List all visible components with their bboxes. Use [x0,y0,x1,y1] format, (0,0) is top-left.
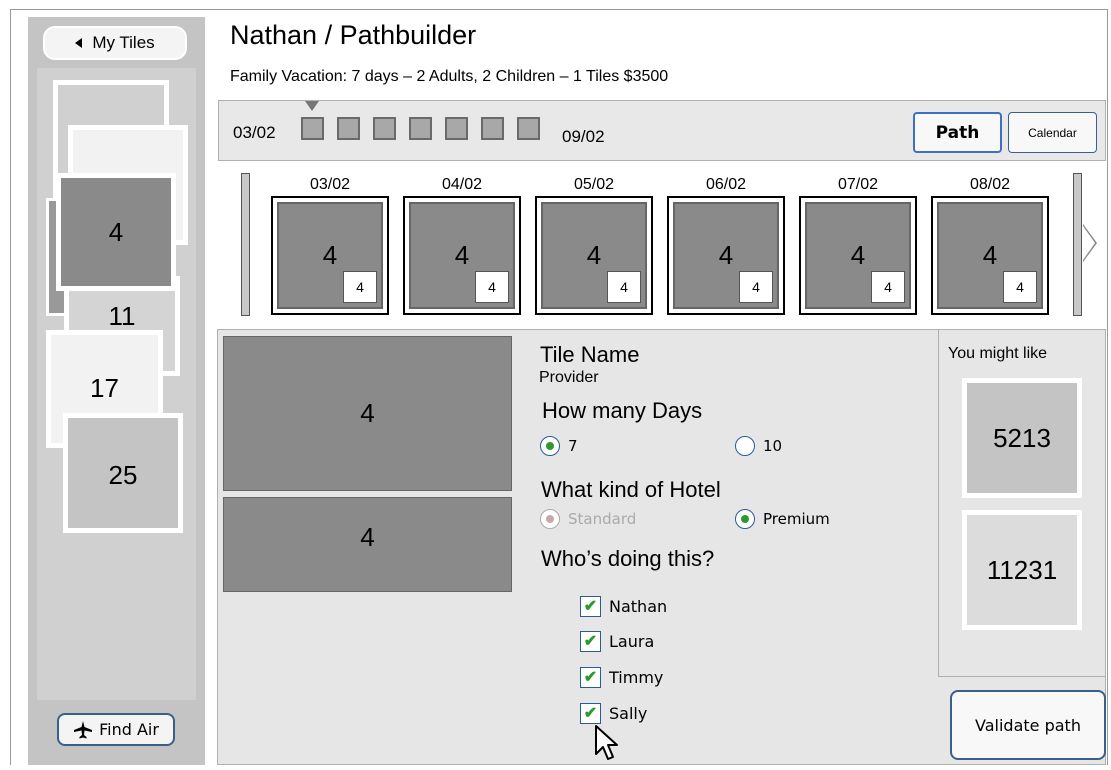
person-checkbox-timmy[interactable]: ✔ Timmy [580,667,663,688]
sidebar-tile[interactable]: 4 [56,173,176,291]
day-badge: 4 [475,271,509,303]
person-checkbox-nathan[interactable]: ✔ Nathan [580,596,667,617]
timeline-marker-icon[interactable] [305,101,319,111]
timeline-day-square[interactable] [373,117,396,140]
day-date-label: 03/02 [309,176,351,193]
timeline-end-date: 09/02 [562,127,605,146]
sidebar-tile[interactable]: 25 [63,413,183,533]
checkmark-icon[interactable]: ✔ [580,667,601,688]
scroll-left-bar[interactable] [241,173,250,316]
validate-path-button[interactable]: Validate path [950,690,1106,760]
day-badge: 4 [871,271,905,303]
mouse-cursor-icon [595,725,618,760]
days-option-7[interactable]: 7 [540,436,578,456]
page-title: Nathan / Pathbuilder [230,20,477,50]
checkmark-icon[interactable]: ✔ [580,631,601,652]
day-date-label: 04/02 [441,176,483,193]
day-badge: 4 [607,271,641,303]
calendar-view-button[interactable]: Calendar [1008,112,1097,153]
person-checkbox-sally[interactable]: ✔ Sally [580,703,647,724]
radio-unselected[interactable] [735,436,755,456]
day-date-label: 08/02 [969,176,1011,193]
day-date-label: 06/02 [705,176,747,193]
day-card[interactable]: 4 4 [931,196,1049,315]
day-card[interactable]: 4 4 [799,196,917,315]
my-tiles-label: My Tiles [92,33,155,52]
timeline-day-square[interactable] [517,117,540,140]
day-badge: 4 [1003,271,1037,303]
day-card[interactable]: 4 4 [535,196,653,315]
timeline-day-square[interactable] [337,117,360,140]
day-card[interactable]: 4 4 [271,196,389,315]
find-air-label: Find Air [99,720,159,739]
suggestions-title: You might like [948,345,1048,362]
day-card[interactable]: 4 4 [667,196,785,315]
radio-selected[interactable] [735,509,755,529]
airplane-icon [74,720,93,738]
hotel-question: What kind of Hotel [541,477,721,502]
timeline-day-square[interactable] [445,117,468,140]
hotel-option-premium[interactable]: Premium [735,509,830,529]
suggestion-tile[interactable]: 11231 [962,510,1082,630]
triangle-left-icon [75,38,83,48]
scroll-right-arrow-icon[interactable] [1083,224,1097,262]
day-card[interactable]: 4 4 [403,196,521,315]
my-tiles-button[interactable]: My Tiles [43,26,187,60]
tile-image-secondary: 4 [223,497,512,592]
trip-summary: Family Vacation: 7 days – 2 Adults, 2 Ch… [230,68,669,85]
timeline-start-date: 03/02 [233,123,276,142]
checkmark-icon[interactable]: ✔ [580,596,601,617]
day-badge: 4 [343,271,377,303]
person-checkbox-laura[interactable]: ✔ Laura [580,631,654,652]
day-date-label: 05/02 [573,176,615,193]
radio-disabled[interactable] [540,509,560,529]
path-view-button[interactable]: Path [913,112,1002,153]
tile-image-primary: 4 [223,336,512,491]
hotel-option-standard[interactable]: Standard [540,509,636,529]
find-air-button[interactable]: Find Air [57,713,175,746]
timeline-day-square[interactable] [481,117,504,140]
days-question: How many Days [542,398,703,423]
radio-selected[interactable] [540,436,560,456]
day-badge: 4 [739,271,773,303]
checkmark-icon[interactable]: ✔ [580,703,601,724]
tile-provider: Provider [539,369,599,386]
timeline-day-square[interactable] [301,117,324,140]
scroll-right-bar[interactable] [1073,173,1082,316]
tile-name: Tile Name [540,342,640,367]
days-option-10[interactable]: 10 [735,436,782,456]
day-date-label: 07/02 [837,176,879,193]
timeline-day-square[interactable] [409,117,432,140]
suggestion-tile[interactable]: 5213 [962,378,1082,498]
who-question: Who’s doing this? [541,546,715,571]
